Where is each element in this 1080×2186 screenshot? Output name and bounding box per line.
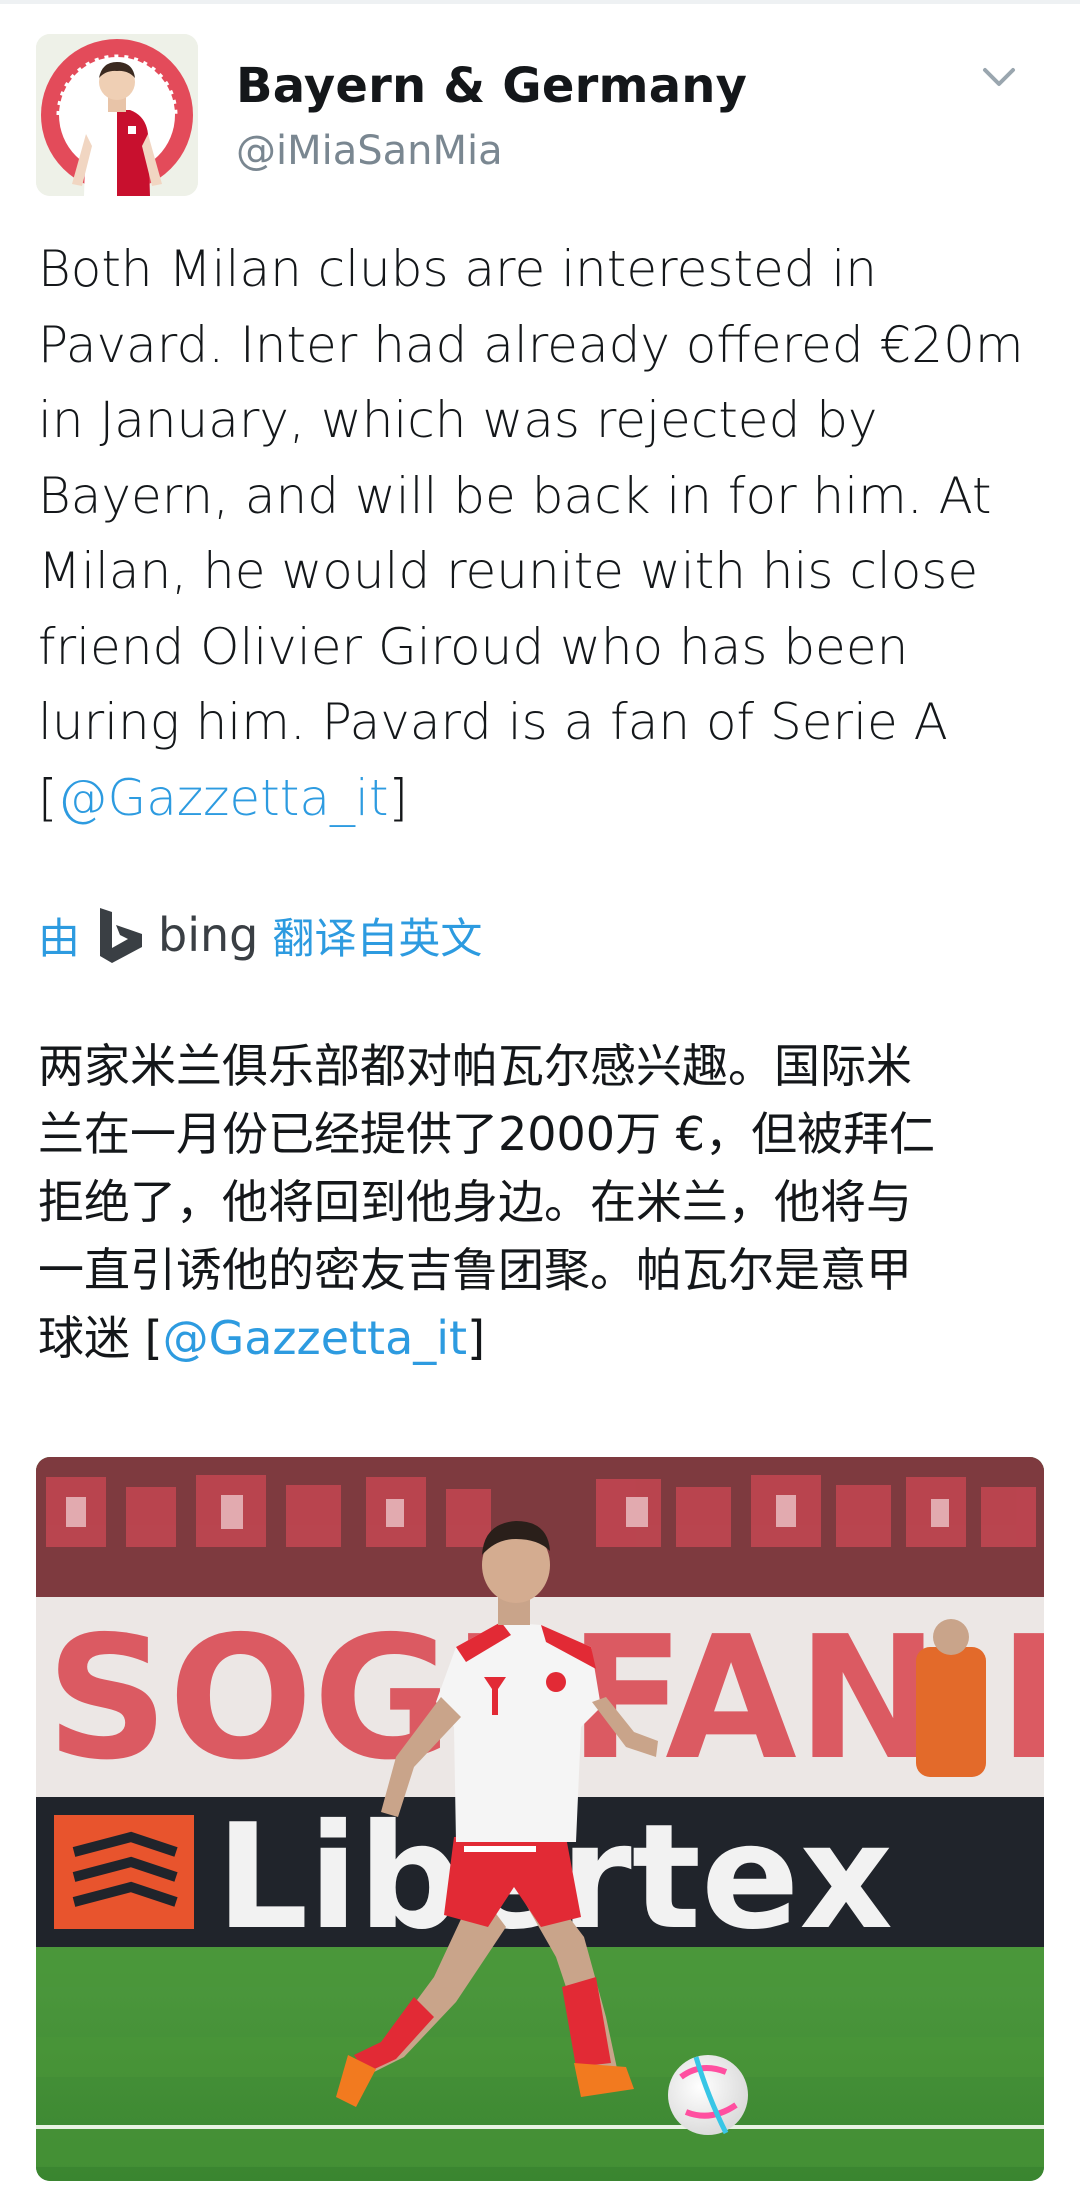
translation-attribution[interactable]: 由 bing 翻译自英文 (38, 900, 482, 970)
tweet-body: Both Milan clubs are interested in Pavar… (38, 240, 1024, 827)
translated-mention-link[interactable]: @Gazzetta_it (163, 1311, 468, 1365)
chevron-down-icon[interactable] (975, 58, 1023, 98)
tweet-body-end: ] (388, 768, 409, 827)
avatar[interactable] (36, 34, 198, 196)
translated-text: 两家米兰俱乐部都对帕瓦尔感兴趣。国际米 兰在一月份已经提供了2000万 €，但被… (38, 1032, 1048, 1372)
top-divider (0, 0, 1080, 4)
translation-prefix: 由 (38, 913, 81, 963)
translated-body-end: ] (467, 1311, 486, 1365)
tweet-photo[interactable]: SOGEFAN DE Libertex (36, 1457, 1044, 2181)
display-name[interactable]: Bayern & Germany (236, 58, 747, 114)
football-photo: SOGEFAN DE Libertex (36, 1457, 1044, 2181)
mention-link[interactable]: @Gazzetta_it (58, 769, 389, 827)
user-handle[interactable]: @iMiaSanMia (236, 128, 503, 174)
avatar-image (36, 34, 198, 196)
tweet-text: Both Milan clubs are interested in Pavar… (38, 232, 1048, 836)
bing-label: bing (158, 908, 259, 962)
translation-suffix: 翻译自英文 (272, 913, 483, 963)
bing-logo-icon (100, 908, 143, 963)
